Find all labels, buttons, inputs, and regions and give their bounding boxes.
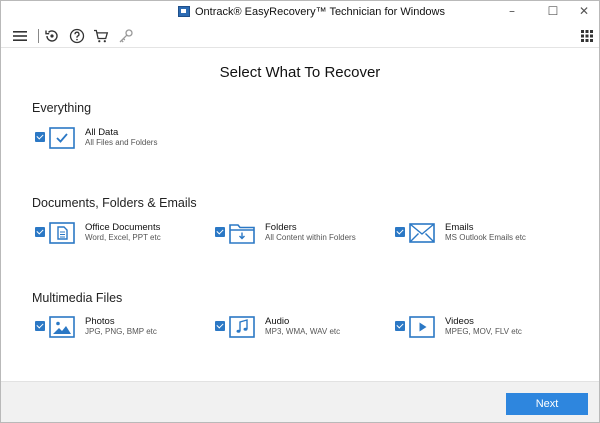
footer-bar: Next: [1, 381, 599, 422]
option-office-documents[interactable]: Office Documents Word, Excel, PPT etc: [35, 221, 205, 251]
app-logo-icon: [178, 6, 190, 17]
cart-icon[interactable]: [92, 27, 110, 45]
section-title-documents: Documents, Folders & Emails: [32, 196, 197, 210]
option-videos[interactable]: Videos MPEG, MOV, FLV etc: [395, 315, 565, 345]
option-label: Folders: [265, 222, 297, 233]
app-window: Ontrack® EasyRecovery™ Technician for Wi…: [0, 0, 600, 423]
option-photos[interactable]: Photos JPG, PNG, BMP etc: [35, 315, 205, 345]
maximize-button[interactable]: ☐: [536, 1, 570, 23]
option-label: Photos: [85, 316, 115, 327]
option-audio[interactable]: Audio MP3, WMA, WAV etc: [215, 315, 385, 345]
next-button[interactable]: Next: [506, 393, 588, 415]
option-label: Audio: [265, 316, 290, 327]
option-description: All Content within Folders: [265, 233, 356, 242]
checkbox[interactable]: [35, 227, 45, 237]
window-title: Ontrack® EasyRecovery™ Technician for Wi…: [195, 6, 445, 18]
checkbox[interactable]: [215, 227, 225, 237]
checkbox[interactable]: [35, 132, 45, 142]
option-description: All Files and Folders: [85, 138, 158, 147]
checkbox[interactable]: [35, 321, 45, 331]
option-description: MPEG, MOV, FLV etc: [445, 327, 522, 336]
option-description: MP3, WMA, WAV etc: [265, 327, 341, 336]
recovery-history-icon[interactable]: [43, 27, 61, 45]
option-emails[interactable]: Emails MS Outlook Emails etc: [395, 221, 565, 251]
section-title-multimedia: Multimedia Files: [32, 291, 123, 305]
checkbox[interactable]: [215, 321, 225, 331]
option-description: Word, Excel, PPT etc: [85, 233, 161, 242]
app-grid-icon[interactable]: [578, 27, 596, 45]
option-label: All Data: [85, 127, 119, 138]
option-description: MS Outlook Emails etc: [445, 233, 526, 242]
checkbox[interactable]: [395, 227, 405, 237]
option-label: Office Documents: [85, 222, 161, 233]
option-label: Emails: [445, 222, 474, 233]
option-folders[interactable]: Folders All Content within Folders: [215, 221, 385, 251]
folder-icon: [229, 221, 255, 245]
option-description: JPG, PNG, BMP etc: [85, 327, 157, 336]
all-data-check-icon: [49, 126, 75, 150]
minimize-button[interactable]: –: [495, 1, 529, 23]
photo-icon: [49, 315, 75, 339]
page-title: Select What To Recover: [219, 64, 381, 81]
envelope-icon: [409, 221, 435, 245]
document-icon: [49, 221, 75, 245]
close-button[interactable]: ✕: [567, 1, 599, 23]
title-bar: Ontrack® EasyRecovery™ Technician for Wi…: [1, 1, 599, 23]
toolbar-divider: [38, 29, 39, 43]
video-play-icon: [409, 315, 435, 339]
section-title-everything: Everything: [32, 101, 92, 115]
key-icon[interactable]: [117, 27, 135, 45]
option-label: Videos: [445, 316, 474, 327]
help-icon[interactable]: [68, 27, 86, 45]
checkbox[interactable]: [395, 321, 405, 331]
option-all-data[interactable]: All Data All Files and Folders: [35, 126, 205, 156]
toolbar: [1, 23, 599, 48]
menu-icon[interactable]: [11, 27, 29, 45]
music-note-icon: [229, 315, 255, 339]
